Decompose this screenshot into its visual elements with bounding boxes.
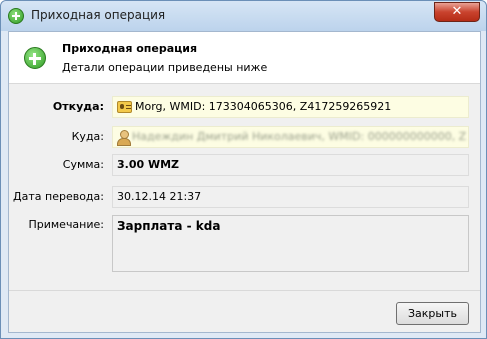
to-label: Куда: [71,130,104,143]
to-field[interactable]: Надеждин Дмитрий Николаевич, WMID: 00000… [112,126,469,148]
wmid-card-icon [117,101,132,113]
window-title: Приходная операция [31,8,166,22]
date-field[interactable]: 30.12.14 21:37 [112,186,469,208]
user-icon [117,130,131,146]
title-bar[interactable]: Приходная операция ✕ [1,1,486,31]
window-close-button[interactable]: ✕ [434,2,480,22]
note-field[interactable]: Зарплата - kda [112,215,469,272]
date-value: 30.12.14 21:37 [117,190,202,203]
dialog-body: Приходная операция Детали операции приве… [8,31,481,333]
add-circle-icon [24,47,46,69]
header-subtitle: Детали операции приведены ниже [62,61,268,74]
from-value: Morg, WMID: 173304065306, Z417259265921 [135,100,392,113]
to-value: Надеждин Дмитрий Николаевич, WMID: 00000… [132,130,468,143]
amount-field[interactable]: 3.00 WMZ [112,154,469,176]
close-button[interactable]: Закрыть [396,302,469,325]
add-circle-icon [8,8,24,24]
dialog-header: Приходная операция Детали операции приве… [9,32,480,84]
note-label: Примечание: [28,218,104,231]
note-value: Зарплата - kda [117,219,221,233]
from-field[interactable]: Morg, WMID: 173304065306, Z417259265921 [112,96,469,118]
amount-label: Сумма: [62,158,104,171]
date-label: Дата перевода: [13,190,104,203]
transaction-dialog: Приходная операция ✕ Приходная операция … [0,0,487,339]
from-label: Откуда: [52,100,104,113]
amount-value: 3.00 WMZ [117,158,180,171]
header-title: Приходная операция [62,42,198,55]
dialog-footer: Закрыть [9,290,480,332]
